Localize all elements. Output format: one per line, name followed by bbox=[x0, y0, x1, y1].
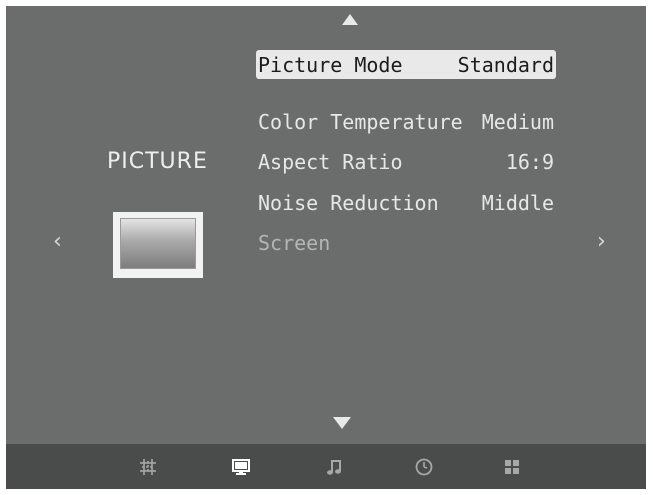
menu-item-label: Picture Mode bbox=[258, 53, 403, 77]
menu-item-label: Aspect Ratio bbox=[258, 150, 403, 174]
menu-item-picture-mode[interactable]: Picture Mode Standard bbox=[256, 50, 556, 79]
channel-tab[interactable] bbox=[135, 454, 161, 480]
menu-item-color-temperature[interactable]: Color Temperature Medium bbox=[256, 107, 556, 137]
menu-item-screen: Screen bbox=[256, 228, 556, 258]
menu-item-value: 16:9 bbox=[505, 150, 554, 174]
section-title: PICTURE bbox=[107, 149, 208, 174]
picture-tab[interactable] bbox=[228, 454, 254, 480]
time-tab[interactable] bbox=[411, 454, 437, 480]
chevron-right-icon[interactable]: › bbox=[597, 231, 606, 253]
monitor-icon bbox=[232, 459, 250, 475]
chevron-left-icon[interactable]: ‹ bbox=[53, 231, 62, 253]
sound-tab[interactable] bbox=[322, 454, 348, 480]
osd-menu-screen: ‹ › PICTURE Picture Mode Standard Color … bbox=[6, 6, 646, 489]
music-note-icon bbox=[327, 460, 341, 475]
menu-tab-bar bbox=[6, 444, 646, 489]
tv-screen-graphic bbox=[120, 218, 196, 269]
triangle-up-icon[interactable] bbox=[342, 14, 358, 25]
menu-item-value: Middle bbox=[481, 191, 554, 215]
menu-item-value: Medium bbox=[481, 110, 554, 134]
menu-item-aspect-ratio[interactable]: Aspect Ratio 16:9 bbox=[256, 147, 556, 177]
option-tab[interactable] bbox=[499, 454, 525, 480]
menu-item-value: Standard bbox=[457, 53, 554, 77]
triangle-down-icon[interactable] bbox=[333, 417, 351, 429]
channel-icon bbox=[140, 459, 156, 475]
menu-item-label: Color Temperature bbox=[258, 110, 463, 134]
grid-icon bbox=[505, 460, 519, 474]
menu-item-label: Screen bbox=[258, 231, 331, 255]
menu-item-label: Noise Reduction bbox=[258, 191, 439, 215]
tv-icon bbox=[113, 212, 203, 278]
menu-item-noise-reduction[interactable]: Noise Reduction Middle bbox=[256, 188, 556, 218]
clock-icon bbox=[415, 458, 433, 476]
